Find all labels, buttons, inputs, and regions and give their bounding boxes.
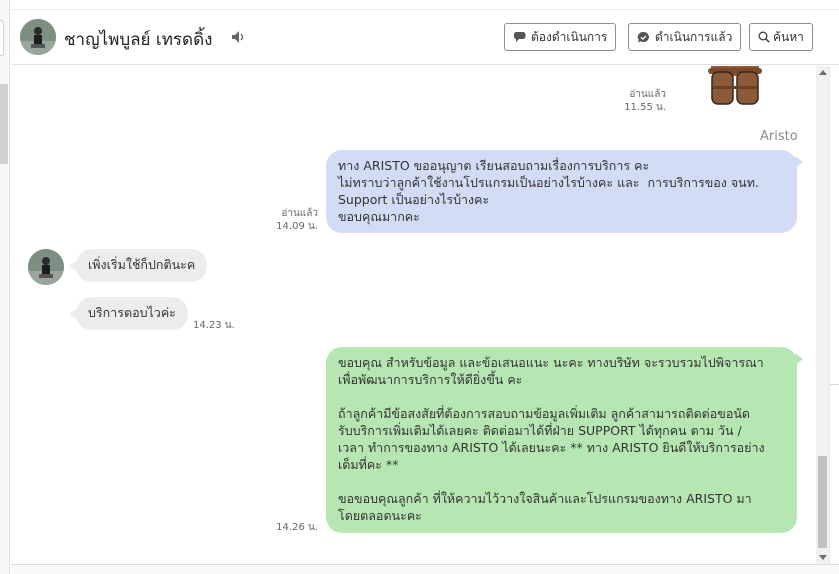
left-panel-edge	[0, 0, 10, 574]
message-bubble-outgoing[interactable]: ขอบคุณ สำหรับข้อมูล และข้อเสนอแนะ นะคะ ท…	[326, 347, 797, 533]
message-line: ขอบคุณมากคะ	[338, 209, 420, 224]
message-line: ขอขอบคุณลูกค้า ที่ให้ความไว้วางใจสินค้าแ…	[338, 491, 752, 506]
chat-scrollbar[interactable]	[816, 66, 829, 564]
todo-button-label: ต้องดำเนินการ	[531, 29, 608, 44]
contact-name: ชาญไพบูลย์ เทรดดิ้ง	[64, 30, 213, 50]
check-bubble-icon	[637, 31, 649, 42]
contact-avatar-small[interactable]	[28, 249, 64, 285]
scroll-up-arrow-icon[interactable]	[819, 70, 827, 75]
scroll-down-arrow-icon[interactable]	[819, 555, 827, 560]
message-line: เพื่อพัฒนาการบริการให้ดียิ่งขึ้น คะ	[338, 372, 523, 387]
sticker-read-status: อ่านแล้ว	[629, 89, 666, 100]
message-time: 14.26 น.	[276, 522, 318, 533]
left-panel-scrollbar[interactable]	[0, 84, 8, 164]
done-button[interactable]: ดำเนินการแล้ว	[628, 23, 742, 51]
scrollbar-thumb[interactable]	[818, 456, 827, 548]
speaker-icon[interactable]	[231, 30, 247, 44]
message-line: ขอบคุณ สำหรับข้อมูล และข้อเสนอแนะ นะคะ ท…	[338, 355, 764, 370]
search-icon	[758, 31, 770, 43]
message-line: เต็มที่คะ **	[338, 457, 399, 472]
message-meta: อ่านแล้ว 14.09 น.	[263, 207, 318, 233]
bubble-tail	[795, 156, 803, 168]
message-text: เพิ่งเริ่มใช้ก็ปกตินะค	[88, 257, 196, 272]
chat-header: ชาญไพบูลย์ เทรดดิ้ง ต้องดำเนินการ ดำเนิน…	[11, 11, 839, 65]
sticker-time: 11.55 น.	[624, 102, 666, 113]
bubble-tail	[795, 353, 803, 365]
left-panel-stub[interactable]	[0, 20, 4, 56]
sender-name: Aristo	[760, 129, 798, 144]
message-line	[338, 388, 785, 405]
contact-avatar[interactable]	[20, 19, 56, 55]
message-line: โดยตลอดนะคะ	[338, 508, 422, 523]
sticker-meta: อ่านแล้ว 11.55 น.	[611, 88, 666, 114]
chat-bubble-icon	[513, 31, 526, 42]
message-line	[338, 473, 785, 490]
search-button[interactable]: ค้นหา	[749, 23, 813, 51]
done-button-label: ดำเนินการแล้ว	[655, 29, 733, 44]
message-list[interactable]: อ่านแล้ว 11.55 น. Aristo อ่านแล้ว 14.09 …	[11, 66, 816, 564]
bottom-edge	[11, 564, 839, 574]
message-line: เวลา ทำการของทาง ARISTO ได้เลยนะคะ ** ทา…	[338, 440, 765, 455]
message-line: Support เป็นอย่างไรบ้างคะ	[338, 192, 490, 207]
message-bubble-incoming[interactable]: เพิ่งเริ่มใช้ก็ปกตินะค	[76, 249, 208, 282]
message-time: 14.09 น.	[276, 221, 318, 232]
search-button-label: ค้นหา	[773, 29, 804, 44]
chat-window: ชาญไพบูลย์ เทรดดิ้ง ต้องดำเนินการ ดำเนิน…	[0, 0, 839, 574]
message-time: 14.23 น.	[193, 320, 235, 331]
right-panel-edge	[829, 66, 839, 564]
todo-button[interactable]: ต้องดำเนินการ	[504, 23, 617, 51]
top-edge	[11, 0, 839, 10]
bear-sticker[interactable]	[705, 66, 765, 106]
divider	[830, 384, 839, 385]
message-bubble-outgoing[interactable]: ทาง ARISTO ขออนุญาต เรียนสอบถามเรื่องการ…	[326, 150, 797, 233]
message-line: ถ้าลูกค้ามีข้อสงสัยที่ต้องการสอบถามข้อมู…	[338, 406, 751, 421]
message-line: รับบริการเพิ่มเติมได้เลยคะ ติดต่อมาได้ที…	[338, 423, 742, 438]
message-line: ไม่ทราบว่าลูกค้าใช้งานโปรแกรมเป็นอย่างไร…	[338, 175, 759, 190]
read-status: อ่านแล้ว	[281, 208, 318, 219]
message-line: ทาง ARISTO ขออนุญาต เรียนสอบถามเรื่องการ…	[338, 158, 650, 173]
message-bubble-incoming[interactable]: บริการตอบไวค่ะ	[76, 297, 188, 330]
message-text: บริการตอบไวค่ะ	[88, 305, 176, 320]
